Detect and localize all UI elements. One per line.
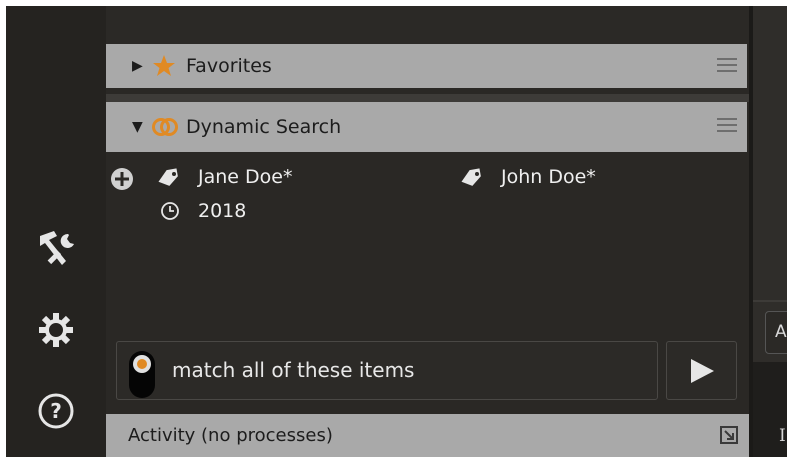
toggle-knob xyxy=(133,355,151,373)
right-panel-text: I xyxy=(779,426,786,446)
right-panel-button-label: A xyxy=(775,322,787,342)
search-item-label: Jane Doe* xyxy=(198,166,293,188)
help-icon[interactable]: ? xyxy=(36,391,76,435)
tag-icon xyxy=(461,168,481,186)
dynamic-search-label: Dynamic Search xyxy=(186,116,342,138)
activity-bar[interactable]: Activity (no processes) xyxy=(106,414,749,457)
clock-icon xyxy=(161,202,179,220)
left-toolbar: ? xyxy=(6,6,106,457)
star-icon xyxy=(153,55,175,76)
search-item-john[interactable]: John Doe* xyxy=(459,166,596,188)
panel-top-area xyxy=(106,6,749,44)
activity-label: Activity (no processes) xyxy=(128,425,333,446)
match-mode-control[interactable]: match all of these items xyxy=(116,341,658,400)
right-panel-button[interactable]: A xyxy=(765,311,787,354)
right-panel: A I xyxy=(749,6,787,457)
search-item-jane[interactable]: Jane Doe* xyxy=(156,166,292,188)
favorites-label: Favorites xyxy=(186,55,272,77)
run-search-button[interactable] xyxy=(666,341,737,400)
favorites-header[interactable]: ▶ Favorites xyxy=(106,44,747,88)
tools-icon[interactable] xyxy=(34,228,78,272)
match-mode-label: match all of these items xyxy=(172,358,415,382)
search-item-label: 2018 xyxy=(198,200,247,222)
match-toggle[interactable] xyxy=(129,351,155,398)
search-item-label: John Doe* xyxy=(501,166,596,188)
favorites-menu-icon[interactable] xyxy=(717,54,737,76)
expand-panel-icon[interactable] xyxy=(719,425,739,445)
search-item-year[interactable]: 2018 xyxy=(160,200,246,222)
section-divider xyxy=(106,94,749,102)
tag-icon xyxy=(158,168,178,186)
linked-rings-icon xyxy=(152,118,178,136)
settings-gear-icon[interactable] xyxy=(36,310,76,354)
expand-arrow-icon[interactable]: ▶ xyxy=(132,58,148,74)
panel-divider xyxy=(753,300,787,302)
play-icon xyxy=(690,358,714,383)
dynamic-search-menu-icon[interactable] xyxy=(717,114,737,136)
dynamic-search-header[interactable]: ▼ Dynamic Search xyxy=(106,102,747,152)
collapse-arrow-icon[interactable]: ▼ xyxy=(132,119,148,135)
add-item-icon[interactable] xyxy=(110,167,134,195)
svg-text:?: ? xyxy=(50,399,62,423)
app-window: ? ▶ Favorites ▼ Dynamic Search Jane Doe*… xyxy=(6,6,787,457)
